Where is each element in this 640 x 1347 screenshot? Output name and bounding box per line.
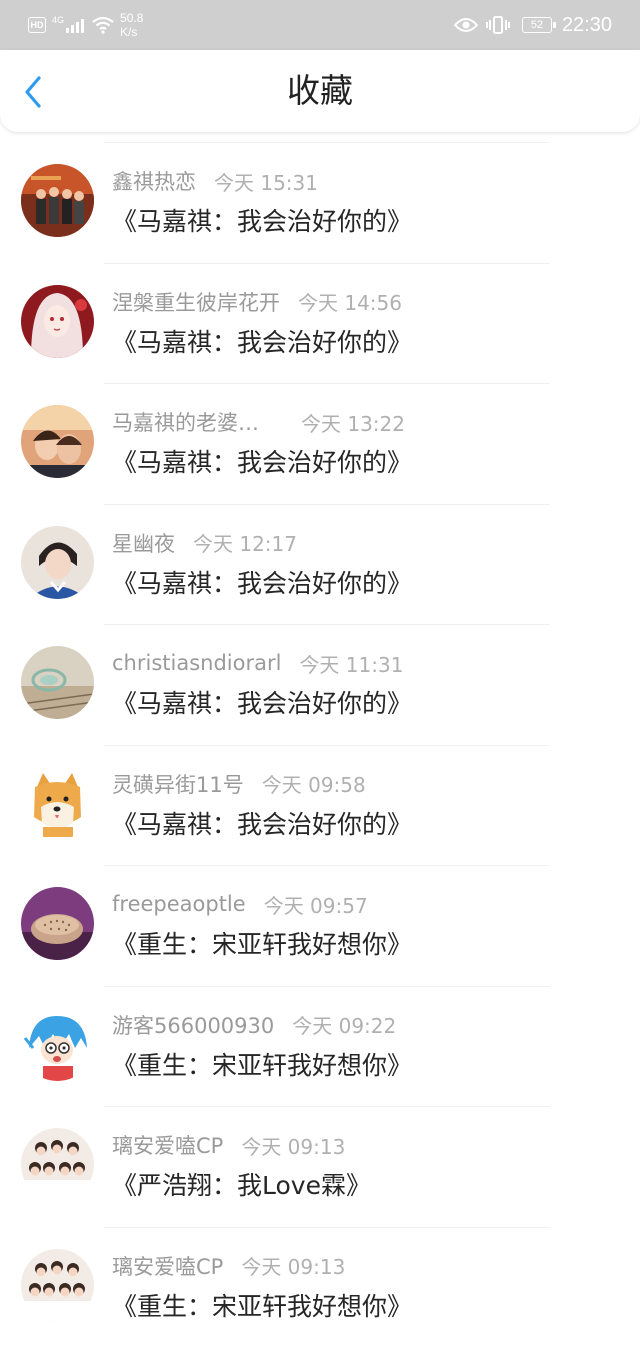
avatar[interactable] bbox=[21, 767, 94, 840]
item-meta: 鑫祺热恋 今天 15:31 bbox=[112, 166, 318, 196]
username[interactable]: 游客566000930 bbox=[112, 1010, 274, 1040]
wifi-icon bbox=[92, 16, 114, 34]
story-title[interactable]: 《严浩翔：我Love霖》 bbox=[112, 1166, 371, 1202]
divider bbox=[104, 1227, 550, 1228]
speed-unit: K/s bbox=[120, 25, 143, 39]
network-type: 4G bbox=[52, 15, 64, 25]
list-item[interactable]: 璃安爱嗑CP 今天 09:13 《严浩翔：我Love霖》 bbox=[0, 1106, 640, 1227]
story-title[interactable]: 《马嘉祺：我会治好你的》 bbox=[112, 443, 412, 479]
story-title[interactable]: 《重生：宋亚轩我好想你》 bbox=[112, 925, 412, 961]
list-item[interactable]: 灵磺异街11号 今天 09:58 《马嘉祺：我会治好你的》 bbox=[0, 745, 640, 866]
story-title[interactable]: 《马嘉祺：我会治好你的》 bbox=[112, 323, 412, 359]
story-title[interactable]: 《重生：宋亚轩我好想你》 bbox=[112, 1046, 412, 1082]
avatar[interactable] bbox=[21, 164, 94, 237]
divider bbox=[104, 142, 550, 143]
avatar[interactable] bbox=[21, 285, 94, 358]
timestamp: 今天 09:22 bbox=[292, 1010, 396, 1039]
list-item[interactable]: freepeaoptle 今天 09:57 《重生：宋亚轩我好想你》 bbox=[0, 865, 640, 986]
list-item[interactable]: 马嘉祺的老婆… 今天 13:22 《马嘉祺：我会治好你的》 bbox=[0, 383, 640, 504]
username[interactable]: 灵磺异街11号 bbox=[112, 769, 244, 799]
story-title[interactable]: 《马嘉祺：我会治好你的》 bbox=[112, 202, 412, 238]
timestamp: 今天 09:13 bbox=[241, 1131, 345, 1160]
avatar[interactable] bbox=[21, 1128, 94, 1201]
username[interactable]: 璃安爱嗑CP bbox=[112, 1130, 223, 1160]
item-meta: 星幽夜 今天 12:17 bbox=[112, 528, 297, 558]
status-time: 22:30 bbox=[562, 14, 612, 37]
item-meta: 璃安爱嗑CP 今天 09:13 bbox=[112, 1251, 345, 1281]
signal-icon bbox=[66, 17, 86, 33]
favorites-list: 鑫祺热恋 今天 15:31 《马嘉祺：我会治好你的》 涅槃重生彼岸花开 今天 1… bbox=[0, 142, 640, 1347]
list-item[interactable]: 鑫祺热恋 今天 15:31 《马嘉祺：我会治好你的》 bbox=[0, 142, 640, 263]
avatar[interactable] bbox=[21, 1008, 94, 1081]
item-meta: 游客566000930 今天 09:22 bbox=[112, 1010, 396, 1040]
timestamp: 今天 15:31 bbox=[214, 167, 318, 196]
divider bbox=[104, 745, 550, 746]
timestamp: 今天 09:58 bbox=[262, 769, 366, 798]
network-speed: 50.8 K/s bbox=[120, 11, 143, 39]
username[interactable]: christiasndiorarl bbox=[112, 651, 281, 675]
username[interactable]: freepeaoptle bbox=[112, 892, 246, 916]
username[interactable]: 马嘉祺的老婆… bbox=[112, 407, 259, 437]
avatar[interactable] bbox=[21, 526, 94, 599]
divider bbox=[104, 1106, 550, 1107]
list-item[interactable]: 涅槃重生彼岸花开 今天 14:56 《马嘉祺：我会治好你的》 bbox=[0, 263, 640, 384]
hd-icon: HD bbox=[28, 17, 46, 33]
page-title: 收藏 bbox=[0, 43, 640, 139]
item-meta: freepeaoptle 今天 09:57 bbox=[112, 889, 368, 919]
avatar[interactable] bbox=[21, 887, 94, 960]
story-title[interactable]: 《马嘉祺：我会治好你的》 bbox=[112, 564, 412, 600]
list-item[interactable]: christiasndiorarl 今天 11:31 《马嘉祺：我会治好你的》 bbox=[0, 624, 640, 745]
timestamp: 今天 09:13 bbox=[241, 1251, 345, 1280]
divider bbox=[104, 383, 550, 384]
story-title[interactable]: 《马嘉祺：我会治好你的》 bbox=[112, 805, 412, 841]
timestamp: 今天 09:57 bbox=[264, 890, 368, 919]
list-item[interactable]: 璃安爱嗑CP 今天 09:13 《重生：宋亚轩我好想你》 bbox=[0, 1227, 640, 1347]
list-item[interactable]: 星幽夜 今天 12:17 《马嘉祺：我会治好你的》 bbox=[0, 504, 640, 625]
username[interactable]: 鑫祺热恋 bbox=[112, 166, 196, 196]
vibrate-icon bbox=[486, 15, 510, 35]
divider bbox=[104, 986, 550, 987]
avatar[interactable] bbox=[21, 1249, 94, 1322]
story-title[interactable]: 《重生：宋亚轩我好想你》 bbox=[112, 1287, 412, 1323]
timestamp: 今天 11:31 bbox=[299, 649, 403, 678]
item-meta: 灵磺异街11号 今天 09:58 bbox=[112, 769, 366, 799]
item-meta: christiasndiorarl 今天 11:31 bbox=[112, 648, 403, 678]
username[interactable]: 星幽夜 bbox=[112, 528, 175, 558]
list-item[interactable]: 游客566000930 今天 09:22 《重生：宋亚轩我好想你》 bbox=[0, 986, 640, 1107]
timestamp: 今天 14:56 bbox=[298, 287, 402, 316]
divider bbox=[104, 624, 550, 625]
item-meta: 马嘉祺的老婆… 今天 13:22 bbox=[112, 407, 405, 437]
divider bbox=[104, 504, 550, 505]
timestamp: 今天 12:17 bbox=[193, 528, 297, 557]
timestamp: 今天 13:22 bbox=[301, 408, 405, 437]
avatar[interactable] bbox=[21, 646, 94, 719]
battery-icon: 52 bbox=[522, 17, 552, 33]
username[interactable]: 涅槃重生彼岸花开 bbox=[112, 287, 280, 317]
username[interactable]: 璃安爱嗑CP bbox=[112, 1251, 223, 1281]
avatar[interactable] bbox=[21, 405, 94, 478]
divider bbox=[104, 263, 550, 264]
item-meta: 璃安爱嗑CP 今天 09:13 bbox=[112, 1130, 345, 1160]
header: 收藏 bbox=[0, 50, 640, 132]
item-meta: 涅槃重生彼岸花开 今天 14:56 bbox=[112, 287, 402, 317]
divider bbox=[104, 865, 550, 866]
speed-value: 50.8 bbox=[120, 11, 143, 25]
story-title[interactable]: 《马嘉祺：我会治好你的》 bbox=[112, 684, 412, 720]
eye-icon bbox=[454, 17, 478, 33]
